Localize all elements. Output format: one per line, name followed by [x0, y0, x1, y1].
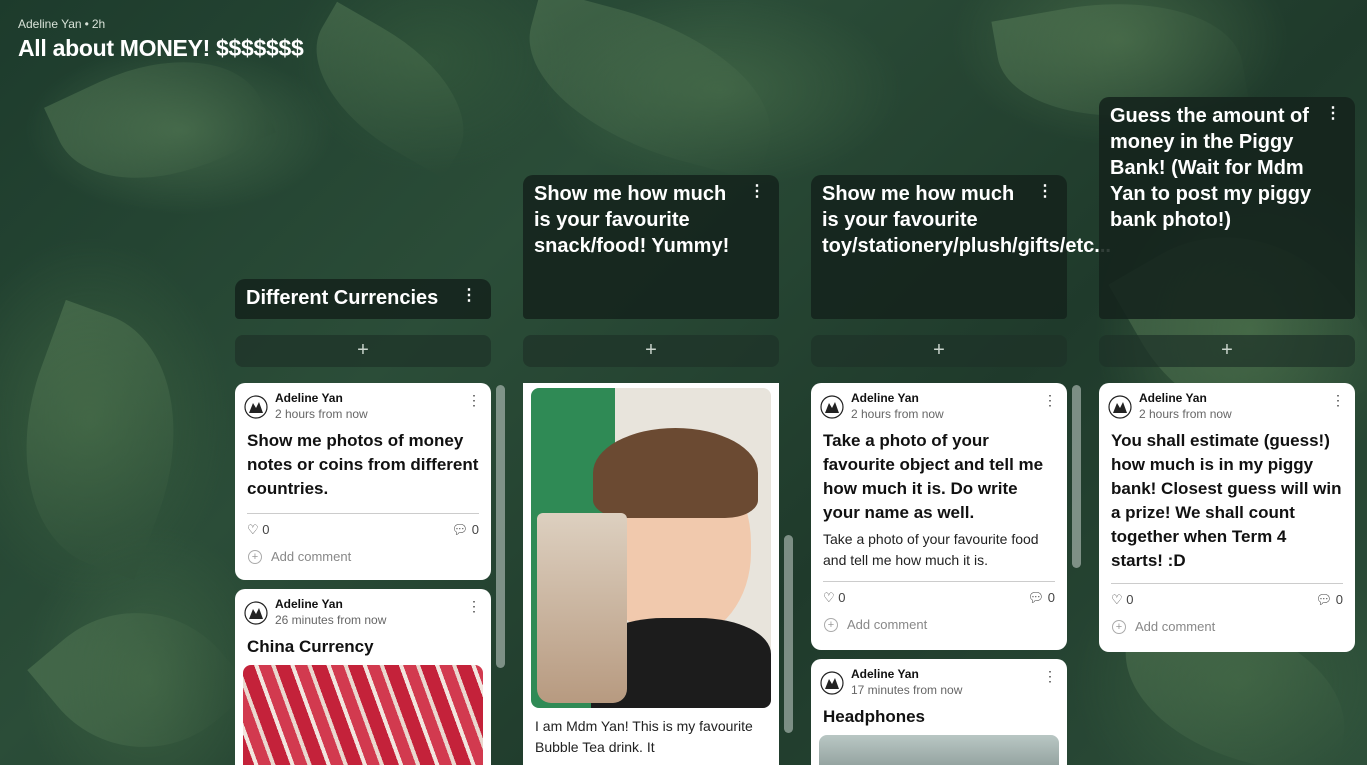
comment-count: 0	[1047, 590, 1055, 605]
background-leaf	[0, 299, 217, 581]
like-button[interactable]: ♡ 0	[823, 590, 846, 606]
board-meta: Adeline Yan • 2h	[18, 17, 106, 31]
column-title-toy[interactable]: Show me how much is your favourite toy/s…	[811, 175, 1111, 319]
more-vertical-icon[interactable]: ⋮	[749, 184, 765, 200]
add-post-button[interactable]: +	[523, 335, 779, 367]
board-title: All about MONEY! $$$$$$$	[18, 35, 304, 61]
post-subject: China Currency	[247, 637, 374, 656]
like-button[interactable]: ♡ 0	[247, 522, 270, 538]
add-comment-label: Add comment	[847, 617, 928, 632]
post-body: I am Mdm Yan! This is my favourite Bubbl…	[535, 718, 753, 755]
post-subject: You shall estimate (guess!) how much is …	[1111, 431, 1342, 570]
board-header: Adeline Yan • 2h All about MONEY! $$$$$$$	[18, 17, 304, 62]
like-count: 0	[838, 590, 846, 605]
currency-photo[interactable]	[243, 665, 483, 765]
post-subject: Take a photo of your favourite object an…	[823, 431, 1044, 522]
comment-count: 0	[1335, 592, 1343, 607]
background-leaf	[507, 0, 793, 182]
more-vertical-icon[interactable]: ⋮	[1043, 668, 1057, 685]
add-post-button[interactable]: +	[1099, 335, 1355, 367]
post-author: Adeline Yan	[275, 391, 343, 405]
plus-icon: +	[1112, 620, 1126, 634]
post-subject: Show me photos of money notes or coins f…	[247, 431, 479, 498]
comment-button[interactable]: 💬︎ 0	[1316, 592, 1343, 608]
post-author: Adeline Yan	[851, 391, 919, 405]
heart-icon: ♡	[1111, 592, 1123, 607]
plus-icon: +	[1221, 339, 1233, 361]
post-subject: Headphones	[823, 707, 926, 726]
more-vertical-icon[interactable]: ⋮	[461, 288, 477, 304]
column-title-text: Different Currencies	[246, 287, 439, 309]
comment-count: 0	[471, 522, 479, 537]
post-time: 2 hours from now	[851, 407, 944, 421]
add-post-button[interactable]: +	[235, 335, 491, 367]
plus-icon: +	[248, 550, 262, 564]
post-time: 2 hours from now	[275, 407, 368, 421]
add-comment-button[interactable]: + Add comment	[811, 612, 1067, 640]
avatar-icon	[820, 671, 844, 695]
plus-icon: +	[645, 339, 657, 361]
comment-button[interactable]: 💬︎ 0	[452, 522, 479, 538]
post-card[interactable]: Adeline Yan 2 hours from now ⋮ Show me p…	[235, 383, 491, 580]
post-body: Take a photo of your favourite food and …	[823, 531, 1039, 568]
comment-icon: 💬︎	[451, 522, 469, 537]
add-post-button[interactable]: +	[811, 335, 1067, 367]
add-comment-label: Add comment	[271, 549, 352, 564]
column-scrollbar[interactable]	[1072, 385, 1081, 568]
column-title-text: Guess the amount of money in the Piggy B…	[1110, 105, 1312, 231]
like-count: 0	[262, 522, 270, 537]
plus-icon: +	[357, 339, 369, 361]
avatar-icon	[244, 601, 268, 625]
avatar-icon	[1108, 395, 1132, 419]
comment-icon: 💬︎	[1315, 592, 1333, 607]
headphones-photo[interactable]	[819, 735, 1059, 765]
like-count: 0	[1126, 592, 1134, 607]
board-author: Adeline Yan	[18, 17, 82, 31]
add-comment-button[interactable]: + Add comment	[235, 544, 491, 572]
comment-icon: 💬︎	[1027, 590, 1045, 605]
background-leaf	[27, 567, 253, 765]
background-leaf	[287, 1, 493, 179]
board-age: 2h	[91, 17, 106, 31]
heart-icon: ♡	[823, 590, 835, 605]
column-title-currencies[interactable]: Different Currencies ⋮	[235, 279, 491, 319]
bubble-tea-photo[interactable]	[531, 388, 771, 708]
post-time: 17 minutes from now	[851, 683, 963, 697]
post-author: Adeline Yan	[851, 667, 919, 681]
bubble-tea-cup	[537, 513, 627, 703]
column-title-piggy-bank[interactable]: Guess the amount of money in the Piggy B…	[1099, 97, 1355, 319]
more-vertical-icon[interactable]: ⋮	[1037, 184, 1053, 200]
heart-icon: ♡	[247, 522, 259, 537]
add-comment-button[interactable]: + Add comment	[1099, 614, 1355, 642]
comment-button[interactable]: 💬︎ 0	[1028, 590, 1055, 606]
plus-icon: +	[933, 339, 945, 361]
post-card[interactable]: Adeline Yan 26 minutes from now ⋮ China …	[235, 589, 491, 765]
post-time: 2 hours from now	[1139, 407, 1232, 421]
column-scrollbar[interactable]	[784, 535, 793, 733]
add-comment-label: Add comment	[1135, 619, 1216, 634]
avatar-icon	[820, 395, 844, 419]
more-vertical-icon[interactable]: ⋮	[1043, 392, 1057, 409]
post-card[interactable]: Adeline Yan 17 minutes from now ⋮ Headph…	[811, 659, 1067, 765]
plus-icon: +	[824, 618, 838, 632]
column-scrollbar[interactable]	[496, 385, 505, 668]
hair-shape	[593, 428, 758, 518]
post-time: 26 minutes from now	[275, 613, 387, 627]
column-title-text: Show me how much is your favourite toy/s…	[822, 183, 1111, 257]
more-vertical-icon[interactable]: ⋮	[1331, 392, 1345, 409]
post-author: Adeline Yan	[1139, 391, 1207, 405]
more-vertical-icon[interactable]: ⋮	[467, 392, 481, 409]
post-card[interactable]: Adeline Yan 2 hours from now ⋮ You shall…	[1099, 383, 1355, 652]
avatar-icon	[244, 395, 268, 419]
more-vertical-icon[interactable]: ⋮	[1325, 106, 1341, 122]
post-card[interactable]: Adeline Yan 2 hours from now ⋮ Take a ph…	[811, 383, 1067, 650]
like-button[interactable]: ♡ 0	[1111, 592, 1134, 608]
column-title-snack[interactable]: Show me how much is your favourite snack…	[523, 175, 779, 319]
more-vertical-icon[interactable]: ⋮	[467, 598, 481, 615]
post-card[interactable]: I am Mdm Yan! This is my favourite Bubbl…	[523, 383, 779, 765]
post-author: Adeline Yan	[275, 597, 343, 611]
column-title-text: Show me how much is your favourite snack…	[534, 183, 730, 257]
